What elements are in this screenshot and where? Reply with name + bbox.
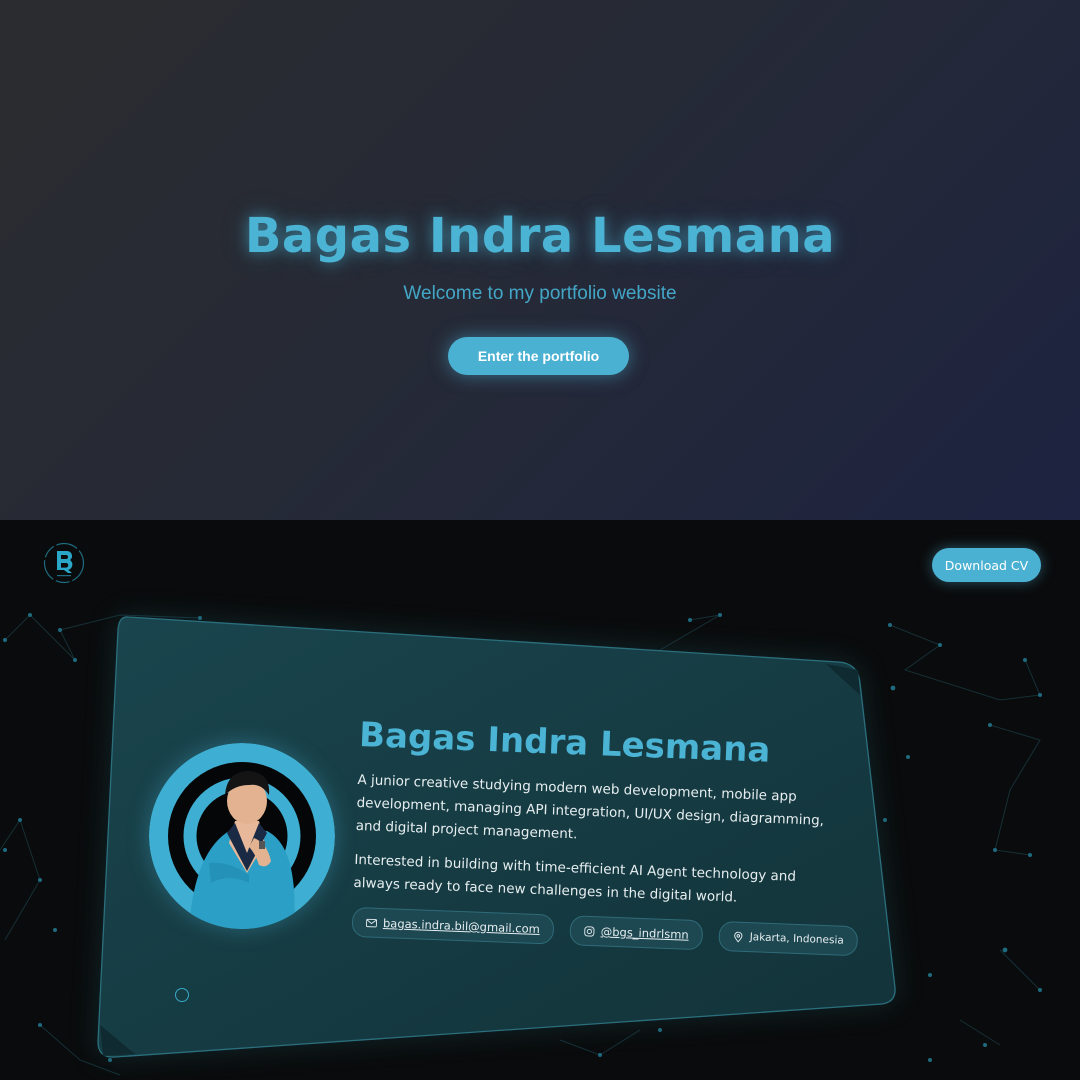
profile-bio-2: Interested in building with time-efficie… <box>353 851 797 906</box>
instagram-link[interactable]: @bgs_indrlsmn <box>569 915 704 951</box>
location-text: Jakarta, Indonesia <box>749 931 845 947</box>
hero-section: Bagas Indra Lesmana Welcome to my portfo… <box>0 0 1080 520</box>
instagram-icon <box>584 925 595 937</box>
instagram-handle: @bgs_indrlsmn <box>600 924 690 942</box>
profile-avatar <box>149 743 335 929</box>
hero-subtitle: Welcome to my portfolio website <box>403 283 677 304</box>
location-pin-icon <box>734 931 743 942</box>
profile-bio-1: A junior creative studying modern web de… <box>355 771 825 843</box>
profile-info: Bagas Indra Lesmana A junior creative st… <box>351 715 859 957</box>
enter-portfolio-button[interactable]: Enter the portfolio <box>448 337 629 375</box>
card-indicator-dot <box>175 988 189 1002</box>
hero-title: Bagas Indra Lesmana <box>244 208 836 264</box>
mail-icon <box>366 918 378 927</box>
email-text: bagas.indra.bil@gmail.com <box>382 916 541 937</box>
location-chip: Jakarta, Indonesia <box>718 920 859 957</box>
portfolio-section: Download CV Bagas Indra Lesmana A junior… <box>0 520 1080 1080</box>
profile-photo <box>149 743 335 929</box>
